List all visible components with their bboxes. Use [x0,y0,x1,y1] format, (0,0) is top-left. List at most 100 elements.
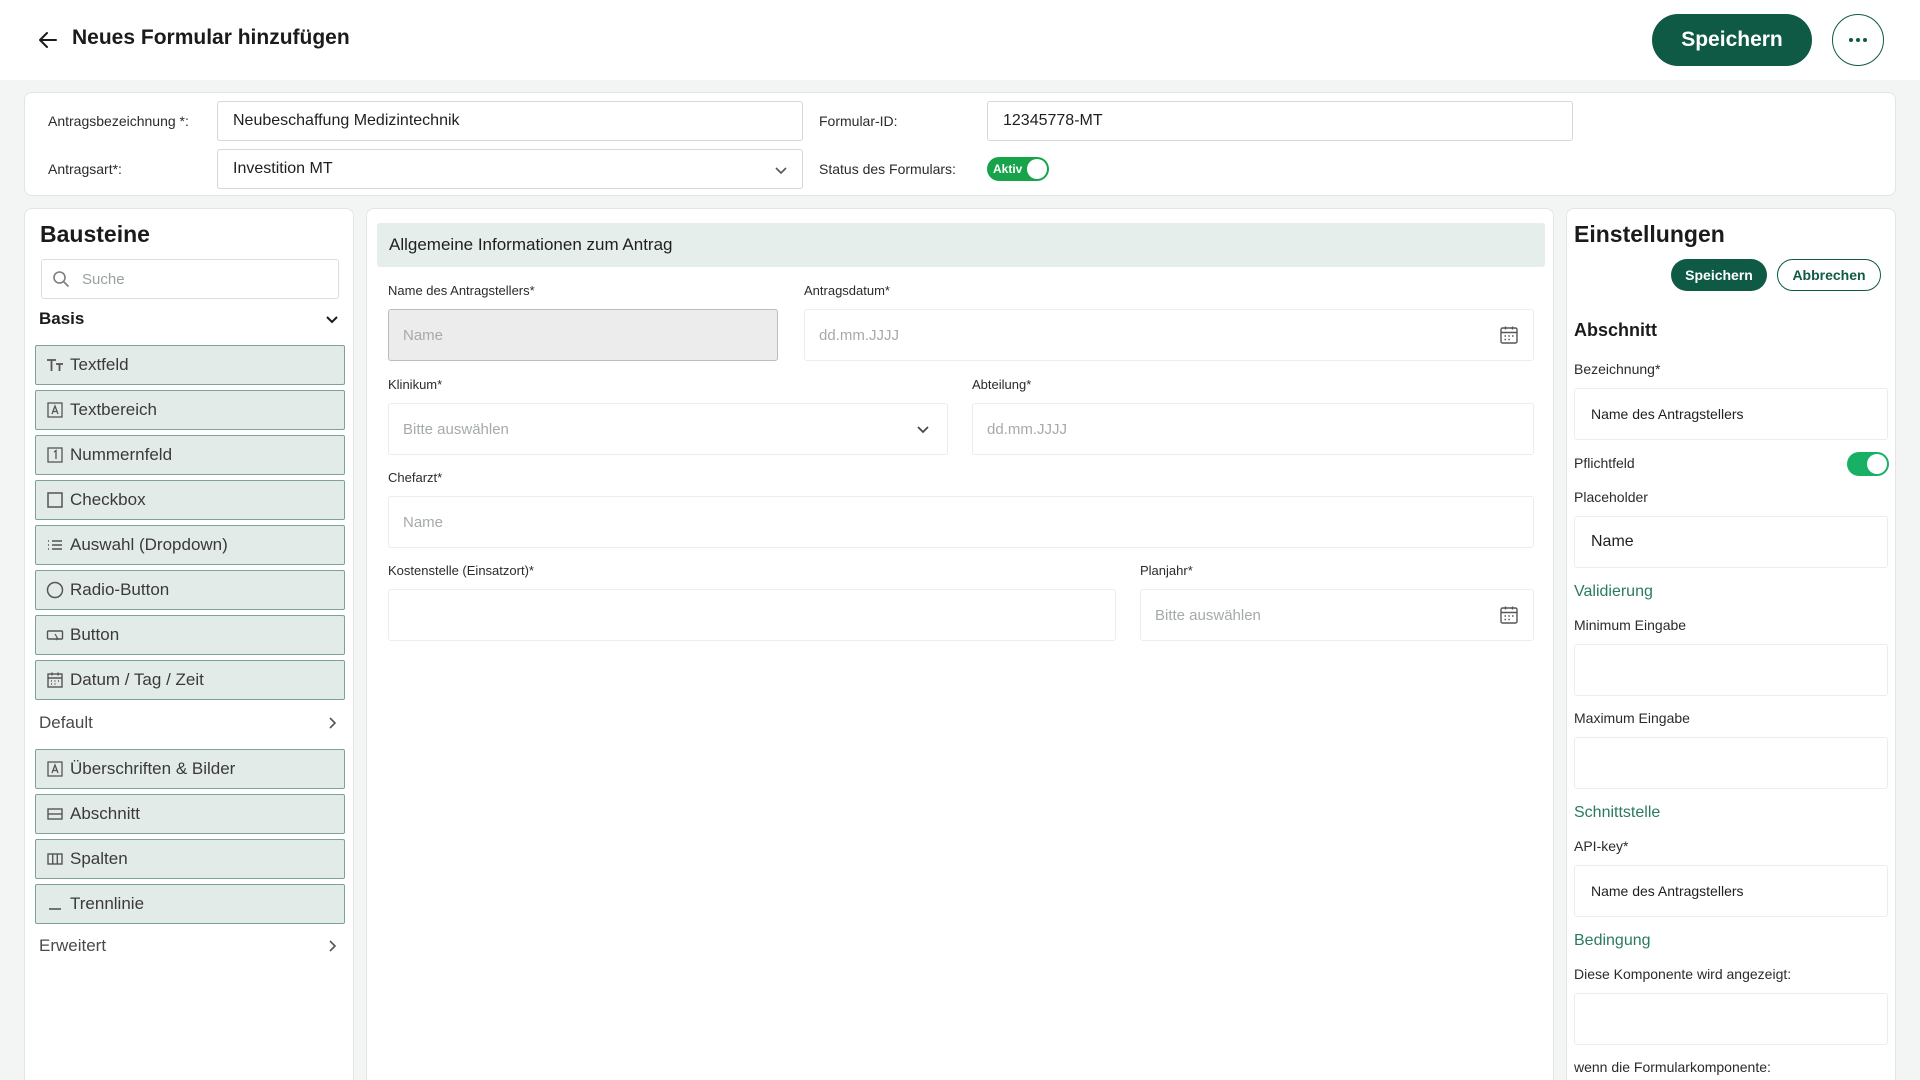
group-basis[interactable]: Basis [39,307,339,331]
list-icon [48,540,62,550]
status-toggle-label: Aktiv [993,162,1023,176]
text-area-icon [47,402,63,418]
form-meta-card: Antragsbezeichnung *: Neubeschaffung Med… [24,92,1896,196]
settings-panel: Einstellungen Speichern Abbrechen Abschn… [1566,208,1896,1080]
condition-label: Diese Komponente wird angezeigt: [1574,966,1792,982]
toggle-knob [1867,454,1887,474]
form-type-label: Antragsart*: [48,161,122,177]
bedingung-heading[interactable]: Bedingung [1574,932,1651,950]
block-nummernfeld[interactable]: Nummernfeld [35,435,345,475]
toggle-knob [1027,159,1047,179]
building-blocks-title: Bausteine [40,221,150,247]
chevron-right-icon [329,940,337,952]
applicant-input[interactable]: Name [388,309,778,361]
block-ueberschriften[interactable]: Überschriften & Bilder [35,749,345,789]
chevron-right-icon [329,717,337,729]
button-icon [46,630,64,641]
block-trennlinie[interactable]: Trennlinie [35,884,345,924]
status-toggle[interactable]: Aktiv [987,157,1049,181]
number-field-icon [47,447,63,463]
block-textbereich[interactable]: Textbereich [35,390,345,430]
radio-icon [46,581,64,599]
form-name-input[interactable]: Neubeschaffung Medizintechnik [217,101,803,141]
plan-year-label: Planjahr* [1140,563,1193,578]
settings-section-title: Abschnitt [1574,320,1657,340]
block-label: Überschriften & Bilder [70,759,236,778]
top-bar: Neues Formular hinzufügen Speichern [0,0,1920,80]
pflichtfeld-toggle[interactable] [1847,452,1889,476]
bezeichnung-input[interactable]: Name des Antragstellers [1574,388,1888,440]
settings-save-button[interactable]: Speichern [1671,259,1767,291]
chevron-down-icon [917,426,929,434]
plan-year-select[interactable]: Bitte auswählen [1140,589,1534,641]
search-placeholder: Suche [82,270,125,288]
block-label: Textfeld [70,355,129,374]
chief-label: Chefarzt* [388,470,443,485]
clinic-label: Klinikum* [388,377,443,392]
group-basis-label: Basis [39,309,85,328]
max-input-label: Maximum Eingabe [1574,710,1690,726]
chevron-down-icon [775,167,787,175]
block-abschnitt[interactable]: Abschnitt [35,794,345,834]
form-id-label: Formular-ID: [819,113,898,129]
group-default-label: Default [39,713,93,732]
min-input[interactable] [1574,644,1888,696]
date-input[interactable]: dd.mm.JJJJ [804,309,1534,361]
block-label: Trennlinie [70,894,145,913]
more-options-button[interactable] [1832,14,1884,66]
block-textfeld[interactable]: Textfeld [35,345,345,385]
max-input[interactable] [1574,737,1888,789]
heading-image-icon [47,761,63,777]
arrow-left-icon[interactable] [36,28,60,52]
apikey-input[interactable]: Name des Antragstellers [1574,865,1888,917]
divider-icon [49,908,61,910]
bezeichnung-label: Bezeichnung* [1574,361,1661,377]
page-title: Neues Formular hinzufügen [72,26,350,49]
block-label: Button [70,625,120,644]
form-type-select[interactable]: Investition MT [217,149,803,189]
search-icon [53,271,70,288]
save-button[interactable]: Speichern [1652,14,1812,66]
placeholder-input[interactable]: Name [1574,516,1888,568]
calendar-icon[interactable] [1499,605,1519,625]
more-horizontal-icon [1849,38,1867,42]
block-spalten[interactable]: Spalten [35,839,345,879]
block-radio-button[interactable]: Radio-Button [35,570,345,610]
block-dropdown[interactable]: Auswahl (Dropdown) [35,525,345,565]
cost-center-input[interactable] [388,589,1116,641]
group-default[interactable]: Default [39,711,339,735]
pflichtfeld-label: Pflichtfeld [1574,455,1635,471]
text-type-icon [47,359,63,371]
search-input[interactable]: Suche [41,259,339,299]
block-label: Textbereich [70,400,157,419]
schnittstelle-heading[interactable]: Schnittstelle [1574,804,1660,822]
validierung-heading[interactable]: Validierung [1574,583,1653,601]
form-type-value: Investition MT [233,160,333,177]
group-erweitert[interactable]: Erweitert [39,934,339,958]
form-id-input[interactable]: 12345778-MT [987,101,1573,141]
department-label: Abteilung* [972,377,1032,392]
form-canvas: Allgemeine Informationen zum Antrag Name… [366,208,1554,1080]
section-header[interactable]: Allgemeine Informationen zum Antrag [377,223,1545,267]
calendar-icon[interactable] [1499,325,1519,345]
block-button[interactable]: Button [35,615,345,655]
form-status-label: Status des Formulars: [819,161,956,177]
block-label: Nummernfeld [70,445,173,464]
clinic-select[interactable]: Bitte auswählen [388,403,948,455]
date-label: Antragsdatum* [804,283,890,298]
checkbox-icon [47,492,63,508]
block-checkbox[interactable]: Checkbox [35,480,345,520]
building-blocks-panel: Bausteine Suche Basis Textfeld Textberei… [24,208,354,1080]
chief-input[interactable]: Name [388,496,1534,548]
department-input[interactable]: dd.mm.JJJJ [972,403,1534,455]
group-erweitert-label: Erweitert [39,936,107,955]
settings-cancel-button[interactable]: Abbrechen [1777,259,1881,291]
condition-input[interactable] [1574,993,1888,1045]
chevron-down-icon [326,316,338,324]
condition-when-label: wenn die Formularkomponente: [1574,1059,1771,1075]
block-label: Checkbox [70,490,146,509]
block-datum[interactable]: Datum / Tag / Zeit [35,660,345,700]
apikey-label: API-key* [1574,838,1629,854]
clinic-placeholder: Bitte auswählen [403,420,509,438]
applicant-label: Name des Antragstellers* [388,283,535,298]
